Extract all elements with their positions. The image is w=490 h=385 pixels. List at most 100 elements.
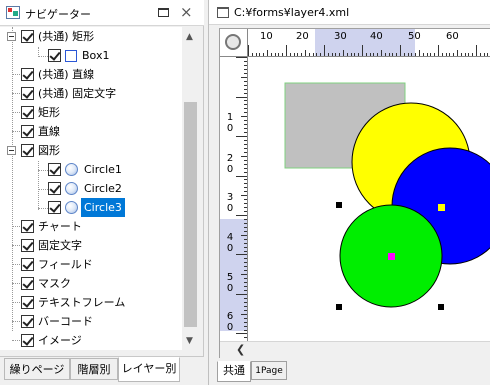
ruler-label: 20 (226, 153, 234, 175)
tab-hierarchy[interactable]: 階層別 (70, 358, 118, 380)
tree-item-label: イメージ (38, 334, 82, 347)
visibility-checkbox[interactable] (48, 182, 61, 195)
canvas-horizontal-scrollbar[interactable]: ❮ (220, 341, 490, 358)
selection-handle[interactable] (438, 304, 444, 310)
tree-item-label: バーコード (38, 315, 93, 328)
visibility-checkbox[interactable] (21, 239, 34, 252)
visibility-checkbox[interactable] (48, 163, 61, 176)
collapse-icon[interactable] (7, 146, 16, 155)
tree-item-label: 矩形 (38, 106, 60, 119)
ruler-label: 20 (296, 31, 309, 42)
tree-item-text-frame[interactable]: テキストフレーム (0, 293, 180, 312)
rectangle-icon (65, 50, 77, 62)
tree-item-label-selected: Circle3 (81, 198, 125, 217)
visibility-checkbox[interactable] (21, 87, 34, 100)
ruler-label: 10 (226, 112, 234, 134)
tree-item-line[interactable]: 直線 (0, 122, 180, 141)
scroll-down-icon[interactable]: ▼ (186, 336, 193, 346)
tree-item-label: フィールド (38, 258, 93, 271)
visibility-checkbox[interactable] (48, 201, 61, 214)
tree-scrollbar[interactable]: ▲ ▼ (182, 27, 199, 350)
visibility-checkbox[interactable] (21, 220, 34, 233)
ruler-label: 40 (370, 31, 383, 42)
navigator-titlebar: ナビゲーター × (0, 0, 204, 26)
tree-item-mask[interactable]: マスク (0, 274, 180, 293)
ruler-label: 30 (226, 192, 234, 214)
ruler-ticks (236, 57, 247, 338)
document-path: C:¥forms¥layer4.xml (234, 6, 350, 19)
tree-item-circle3[interactable]: Circle3 (0, 198, 180, 217)
tree-item-label: (共通) 矩形 (38, 30, 95, 43)
tree-item-label: Circle1 (84, 163, 122, 176)
tree-item-label: テキストフレーム (38, 296, 126, 309)
tree-item-rect[interactable]: 矩形 (0, 103, 180, 122)
close-icon[interactable]: × (180, 3, 193, 21)
ruler-corner[interactable] (220, 29, 248, 57)
visibility-checkbox[interactable] (21, 30, 34, 43)
page-tabs: 共通 1Page (217, 361, 490, 385)
tree-item-common-line[interactable]: (共通) 直線 (0, 65, 180, 84)
visibility-checkbox[interactable] (48, 49, 61, 62)
tree-item-circle1[interactable]: Circle1 (0, 160, 180, 179)
scroll-left-icon[interactable]: ❮ (236, 343, 245, 356)
navigator-title: ナビゲーター (25, 8, 91, 21)
tree-item-label: マスク (38, 277, 71, 290)
vertical-ruler: 10 20 30 40 50 60 70 (220, 57, 248, 341)
tab-page-flow[interactable]: 繰りページ (4, 358, 70, 380)
tab-page-1[interactable]: 1Page (251, 361, 287, 380)
tree-item-box1[interactable]: Box1 (0, 46, 180, 65)
navigator-app-icon (6, 6, 20, 19)
tree-item-fixed-text[interactable]: 固定文字 (0, 236, 180, 255)
ruler-origin-icon[interactable] (225, 34, 241, 50)
circle-icon (65, 163, 78, 176)
visibility-checkbox[interactable] (21, 315, 34, 328)
visibility-checkbox[interactable] (21, 296, 34, 309)
circle-icon (65, 182, 78, 195)
ruler-label: 50 (408, 31, 421, 42)
navigator-panel: ナビゲーター × (共通) 矩形 Box1 (共通) 直線 (共通) 固定文字 … (0, 0, 204, 385)
tree-item-label: 図形 (38, 144, 60, 157)
tree-item-image[interactable]: イメージ (0, 331, 180, 350)
tree-item-circle2[interactable]: Circle2 (0, 179, 180, 198)
navigator-tabs: 繰りページ 階層別 レイヤー別 (0, 356, 204, 385)
tree-item-field[interactable]: フィールド (0, 255, 180, 274)
selection-handle[interactable] (336, 304, 342, 310)
scrollbar-thumb[interactable] (184, 102, 197, 327)
visibility-checkbox[interactable] (21, 144, 34, 157)
canvas-frame: 10 20 30 40 50 60 10 20 30 40 50 60 70 (219, 28, 490, 358)
tree-item-label: 固定文字 (38, 239, 82, 252)
navigator-tree: (共通) 矩形 Box1 (共通) 直線 (共通) 固定文字 矩形 直線 図形 … (0, 27, 182, 350)
tree-item-label: Box1 (82, 49, 110, 62)
tab-common[interactable]: 共通 (217, 361, 251, 382)
ruler-label: 60 (226, 311, 234, 333)
visibility-checkbox[interactable] (21, 106, 34, 119)
selection-handle[interactable] (336, 202, 342, 208)
document-window: C:¥forms¥layer4.xml 10 20 30 40 50 60 10… (208, 0, 490, 385)
document-titlebar: C:¥forms¥layer4.xml (209, 0, 490, 25)
scroll-up-icon[interactable]: ▲ (186, 32, 193, 42)
tree-item-label: (共通) 固定文字 (38, 87, 117, 100)
visibility-checkbox[interactable] (21, 125, 34, 138)
tab-by-layer[interactable]: レイヤー別 (118, 357, 180, 382)
ruler-label: 60 (446, 31, 459, 42)
horizontal-ruler: 10 20 30 40 50 60 (248, 29, 490, 57)
tree-item-label: Circle2 (84, 182, 122, 195)
tree-item-label: チャート (38, 220, 82, 233)
visibility-checkbox[interactable] (21, 334, 34, 347)
ruler-label: 30 (334, 31, 347, 42)
center-marker-selected (388, 253, 395, 260)
design-canvas[interactable] (249, 58, 490, 341)
visibility-checkbox[interactable] (21, 258, 34, 271)
tree-item-common-fixed-text[interactable]: (共通) 固定文字 (0, 84, 180, 103)
dock-icon[interactable] (158, 8, 169, 17)
window-icon (217, 7, 229, 18)
tree-item-barcode[interactable]: バーコード (0, 312, 180, 331)
tree-item-shape[interactable]: 図形 (0, 141, 180, 160)
circle-icon (65, 201, 78, 214)
tree-item-common-rect[interactable]: (共通) 矩形 (0, 27, 180, 46)
tree-item-chart[interactable]: チャート (0, 217, 180, 236)
tree-item-label: 直線 (38, 125, 60, 138)
visibility-checkbox[interactable] (21, 68, 34, 81)
collapse-icon[interactable] (7, 32, 16, 41)
visibility-checkbox[interactable] (21, 277, 34, 290)
